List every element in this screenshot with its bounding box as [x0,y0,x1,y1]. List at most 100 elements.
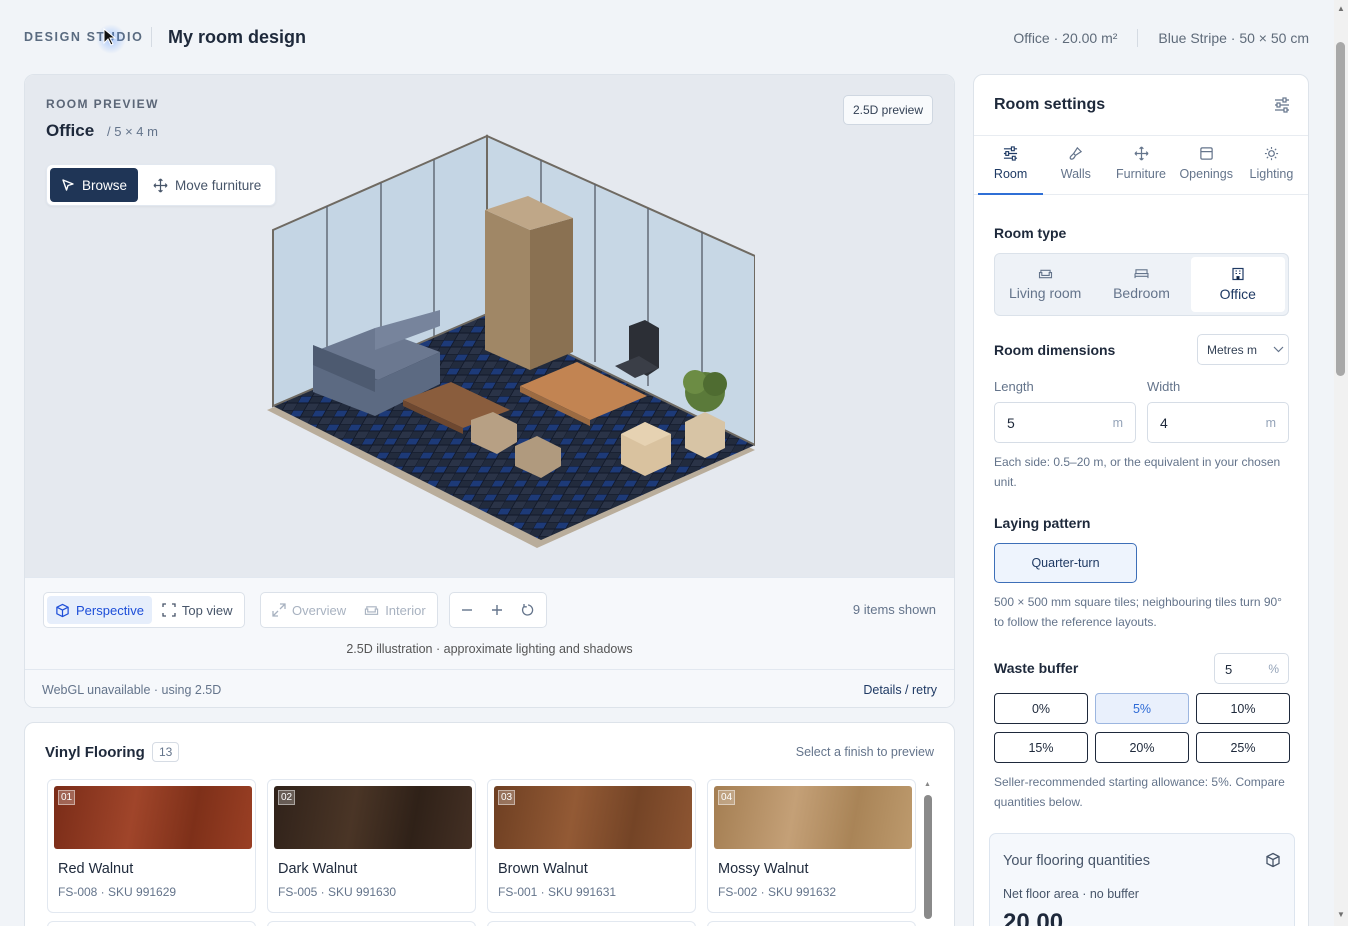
paintbrush-icon [1069,146,1083,160]
plus-icon [492,605,502,615]
window-icon [1199,147,1213,160]
flooring-tile[interactable] [487,921,696,926]
scroll-thumb[interactable] [1336,42,1345,376]
finish-sku: FS-002 · SKU 991632 [718,885,837,899]
finish-name: Dark Walnut [278,861,358,877]
building-icon [1232,267,1244,281]
interior-button[interactable]: Interior [356,596,433,624]
sliders-icon [1004,146,1018,161]
header-meta: Office · 20.00 m² Blue Stripe · 50 × 50 … [1013,29,1309,47]
tab-room-label: Room [993,167,1028,181]
tile-summary: Blue Stripe · 50 × 50 cm [1158,30,1309,46]
meta-divider [1137,29,1139,47]
flooring-tile[interactable]: 01 Red Walnut FS-008 · SKU 991629 [47,779,256,913]
perspective-label: Perspective [76,602,144,618]
mouse-cursor [96,24,126,54]
flooring-list: 01 Red Walnut FS-008 · SKU 991629 02 Dar… [47,779,916,913]
waste-option[interactable]: 15% [994,732,1088,763]
length-label: Length [994,379,1034,394]
waste-option[interactable]: 0% [994,693,1088,724]
zoom-group [449,592,547,628]
move-icon [153,178,168,192]
room-type-office[interactable]: Office [1190,257,1285,312]
finish-name: Red Walnut [58,861,134,877]
top-view-button[interactable]: Top view [154,596,241,624]
tab-room[interactable]: Room [978,136,1044,195]
tile-number: 04 [718,790,736,805]
scroll-down-arrow[interactable]: ▼ [1337,910,1345,919]
waste-option[interactable]: 25% [1196,732,1290,763]
waste-option[interactable]: 5% [1095,693,1189,724]
width-unit: m [1265,416,1276,430]
unit-select[interactable]: Metres m [1197,334,1289,365]
sofa-icon [365,605,379,615]
preview-canvas[interactable]: ROOM PREVIEW Office / 5 × 4 m 2.5D previ… [25,75,954,577]
view-mode-group: Perspective Top view [43,592,245,628]
waste-buffer-input[interactable]: 5 % [1214,653,1289,684]
flooring-hint: Select a finish to preview [795,745,934,759]
flooring-catalog: Vinyl Flooring 13 Select a finish to pre… [24,722,955,926]
room-type-bedroom-label: Bedroom [1113,285,1170,301]
finish-sku: FS-001 · SKU 991631 [498,885,617,899]
finish-swatch [714,786,912,849]
sofa-icon [1038,269,1052,279]
preview-mode-badge: 2.5D preview [842,95,933,125]
flooring-tile[interactable] [267,921,476,926]
minus-icon [462,609,472,611]
app-header: DESIGN STUDIO My room design Office · 20… [0,0,1334,74]
unit-select-value: Metres m [1207,342,1258,357]
room-type-office-label: Office [1219,286,1256,302]
browse-mode-button[interactable]: Browse [50,168,139,202]
tab-walls[interactable]: Walls [1043,136,1108,194]
finish-swatch [54,786,252,849]
box-icon [1266,852,1280,868]
waste-buffer-unit: % [1268,662,1279,676]
waste-option[interactable]: 10% [1196,693,1290,724]
tab-openings[interactable]: Openings [1174,136,1239,194]
room-summary: Office · 20.00 m² [1013,30,1118,46]
room-preview-card: ROOM PREVIEW Office / 5 × 4 m 2.5D previ… [24,74,955,708]
zoom-in-button[interactable] [483,596,511,624]
flooring-scrollbar[interactable]: ▲ [924,781,932,921]
finish-swatch [274,786,472,849]
length-input[interactable]: 5 m [994,402,1136,443]
bed-icon [1134,269,1149,279]
waste-buffer-heading: Waste buffer [994,660,1079,676]
flooring-tile[interactable] [47,921,256,926]
room-type-bedroom[interactable]: Bedroom [1094,257,1188,312]
room-settings-panel: Room settings Room Walls Furniture Openi… [973,74,1309,926]
overview-label: Overview [292,602,347,618]
scroll-up-arrow[interactable]: ▲ [1337,4,1345,13]
quantities-title: Your flooring quantities [1003,853,1150,869]
camera-preset-group: Overview Interior [260,592,438,628]
laying-pattern-heading: Laying pattern [994,515,1091,531]
reset-view-button[interactable] [513,596,543,624]
expand-icon [272,603,286,617]
tab-walls-label: Walls [1060,167,1091,181]
flooring-tile[interactable]: 04 Mossy Walnut FS-002 · SKU 991632 [707,779,916,913]
tab-furniture[interactable]: Furniture [1108,136,1173,194]
flooring-tile[interactable]: 02 Dark Walnut FS-005 · SKU 991630 [267,779,476,913]
renderer-status: WebGL unavailable · using 2.5D Details /… [25,669,954,707]
room-type-living[interactable]: Living room [998,257,1092,312]
tab-lighting[interactable]: Lighting [1239,136,1304,194]
width-input[interactable]: 4 m [1147,402,1289,443]
render-note: 2.5D illustration · approximate lighting… [346,642,633,656]
tile-number: 01 [58,790,76,805]
flooring-tile[interactable] [707,921,916,926]
finish-sku: FS-008 · SKU 991629 [58,885,177,899]
scroll-up-arrow[interactable]: ▲ [924,781,931,788]
sliders-icon[interactable] [1274,97,1290,113]
details-retry-link[interactable]: Details / retry [863,683,937,697]
finish-name: Mossy Walnut [718,861,809,877]
zoom-out-button[interactable] [453,596,481,624]
overview-button[interactable]: Overview [264,596,354,624]
waste-option[interactable]: 20% [1095,732,1189,763]
flooring-tile[interactable]: 03 Brown Walnut FS-001 · SKU 991631 [487,779,696,913]
page-scrollbar[interactable]: ▲ ▼ [1334,0,1348,926]
preview-room-name: Office [46,121,95,140]
pattern-quarter-turn-button[interactable]: Quarter-turn [994,543,1137,583]
scroll-thumb[interactable] [924,795,932,919]
width-label: Width [1147,379,1181,394]
perspective-view-button[interactable]: Perspective [47,596,152,624]
